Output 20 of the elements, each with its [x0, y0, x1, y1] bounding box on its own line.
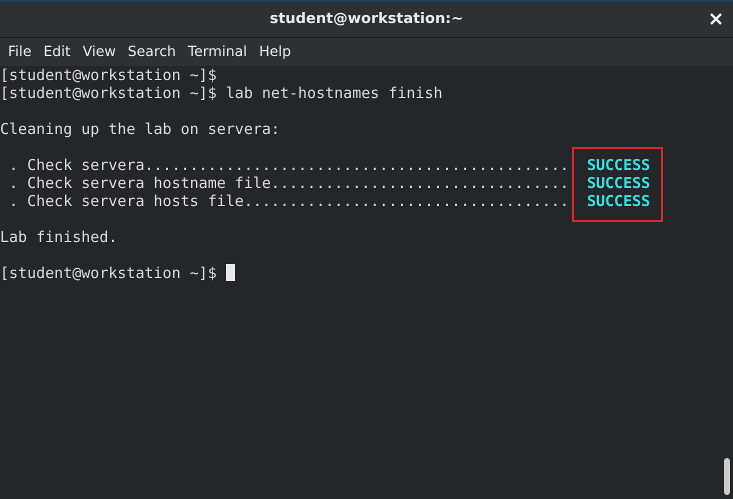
terminal-line: Lab finished.	[0, 228, 118, 246]
scrollbar-thumb[interactable]	[724, 458, 730, 495]
menu-item[interactable]: Edit	[37, 42, 77, 62]
status-text: SUCCESS	[586, 192, 650, 210]
terminal-line: [student@workstation ~]$	[0, 264, 217, 282]
close-icon[interactable]	[709, 12, 723, 26]
terminal-line: . Check servera hosts file....................................	[8, 192, 569, 210]
menu-item[interactable]: File	[2, 42, 38, 62]
menu-item[interactable]: Terminal	[182, 42, 254, 62]
window-title: student@workstation:~	[270, 10, 464, 29]
menu-item[interactable]: View	[76, 42, 122, 62]
terminal-line: [student@workstation ~]$ lab net-hostnames finish	[0, 84, 443, 102]
status-text: SUCCESS	[586, 174, 650, 192]
menu-item[interactable]: Help	[253, 42, 297, 62]
terminal-line: . Check servera hostname file.................................	[8, 174, 569, 192]
status-text: SUCCESS	[586, 156, 650, 174]
terminal-line: . Check servera...............................................	[8, 156, 569, 174]
terminal-line: Cleaning up the lab on servera:	[0, 120, 281, 138]
menu-item[interactable]: Search	[122, 42, 182, 62]
terminal-line: [student@workstation ~]$	[0, 66, 217, 84]
